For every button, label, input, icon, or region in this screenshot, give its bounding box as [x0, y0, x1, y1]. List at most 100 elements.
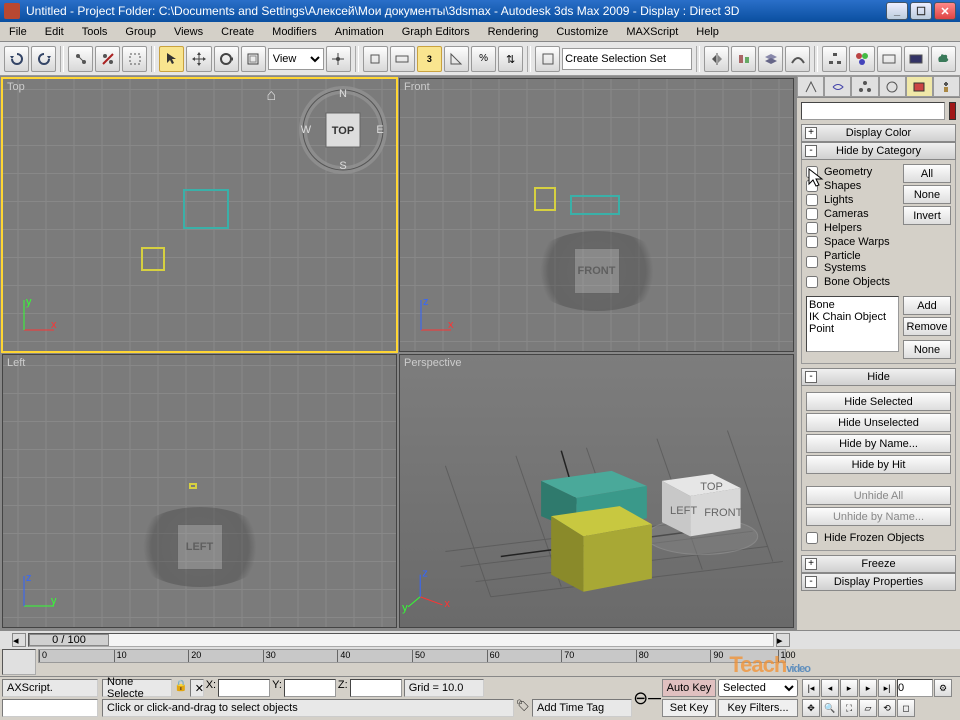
unhide-by-name-button[interactable]: Unhide by Name...	[806, 507, 951, 526]
menu-customize[interactable]: Customize	[547, 24, 617, 40]
menu-group[interactable]: Group	[116, 24, 165, 40]
render-setup-button[interactable]	[877, 46, 902, 72]
timeslider-prev[interactable]: ◂	[12, 633, 26, 647]
menu-modifiers[interactable]: Modifiers	[263, 24, 326, 40]
material-editor-button[interactable]	[849, 46, 874, 72]
rollout-hide[interactable]: -Hide	[801, 368, 956, 386]
angle-snap-button[interactable]	[444, 46, 469, 72]
tab-utilities[interactable]	[933, 76, 960, 97]
viewport-top[interactable]: Top ⌂ N S E W TOP xy	[2, 78, 397, 352]
tag-icon[interactable]: 🏷	[516, 699, 530, 717]
viewcube[interactable]: N S E W TOP	[298, 85, 388, 175]
close-button[interactable]: ✕	[934, 2, 956, 20]
chk-spacewarps[interactable]	[806, 236, 818, 248]
menu-tools[interactable]: Tools	[73, 24, 117, 40]
nav-zoom-button[interactable]: 🔍	[821, 699, 839, 717]
goto-end-button[interactable]: ▸|	[878, 679, 896, 697]
timeslider-next[interactable]: ▸	[776, 633, 790, 647]
unlink-button[interactable]	[95, 46, 120, 72]
menu-grapheditors[interactable]: Graph Editors	[393, 24, 479, 40]
chk-shapes[interactable]	[806, 180, 818, 192]
keyboard-shortcut-button[interactable]	[390, 46, 415, 72]
undo-button[interactable]	[4, 46, 29, 72]
redo-button[interactable]	[31, 46, 56, 72]
spinner-snap-button[interactable]: ⇅	[498, 46, 523, 72]
keyfilters-button[interactable]: Key Filters...	[718, 699, 798, 717]
chk-cameras[interactable]	[806, 208, 818, 220]
select-move-button[interactable]	[186, 46, 211, 72]
timeslider-track[interactable]: 0 / 100	[28, 633, 774, 647]
menu-maxscript[interactable]: MAXScript	[617, 24, 687, 40]
render-frame-button[interactable]	[904, 46, 929, 72]
tab-create[interactable]	[797, 76, 824, 97]
autokey-button[interactable]: Auto Key	[662, 679, 716, 697]
viewport-perspective[interactable]: Perspective	[399, 354, 794, 628]
invert-button[interactable]: Invert	[903, 206, 951, 225]
chk-particle[interactable]	[806, 256, 818, 268]
edit-named-sel-button[interactable]	[535, 46, 560, 72]
use-center-button[interactable]	[326, 46, 351, 72]
x-input[interactable]	[218, 679, 270, 697]
maximize-button[interactable]: ☐	[910, 2, 932, 20]
chk-helpers[interactable]	[806, 222, 818, 234]
tab-hierarchy[interactable]	[851, 76, 878, 97]
select-rotate-button[interactable]	[214, 46, 239, 72]
menu-animation[interactable]: Animation	[326, 24, 393, 40]
layer-button[interactable]	[758, 46, 783, 72]
timeslider-handle[interactable]: 0 / 100	[29, 634, 109, 646]
menu-file[interactable]: File	[0, 24, 36, 40]
menu-create[interactable]: Create	[212, 24, 263, 40]
remove-button[interactable]: Remove	[903, 317, 951, 336]
keymode-select[interactable]: Selected	[718, 679, 798, 697]
hide-selected-button[interactable]: Hide Selected	[806, 392, 951, 411]
setkey-button[interactable]: Set Key	[662, 699, 716, 717]
nav-pan-button[interactable]: ✥	[802, 699, 820, 717]
chk-bone[interactable]	[806, 276, 818, 288]
minimize-button[interactable]: _	[886, 2, 908, 20]
hide-by-name-button[interactable]: Hide by Name...	[806, 434, 951, 453]
unhide-all-button[interactable]: Unhide All	[806, 486, 951, 505]
ref-coord-select[interactable]: View	[268, 48, 324, 70]
none-button[interactable]: None	[903, 185, 951, 204]
mirror-button[interactable]	[704, 46, 729, 72]
menu-help[interactable]: Help	[687, 24, 728, 40]
select-link-button[interactable]	[68, 46, 93, 72]
quick-render-button[interactable]	[931, 46, 956, 72]
object-name-input[interactable]	[801, 102, 945, 120]
lock-icon[interactable]: 🔒	[174, 679, 188, 697]
goto-start-button[interactable]: |◂	[802, 679, 820, 697]
rollout-display-color[interactable]: +Display Color	[801, 124, 956, 142]
y-input[interactable]	[284, 679, 336, 697]
tab-display[interactable]	[906, 76, 933, 97]
transform-close[interactable]: ✕	[190, 679, 204, 697]
home-icon[interactable]: ⌂	[266, 87, 276, 105]
menu-rendering[interactable]: Rendering	[479, 24, 548, 40]
time-config-button[interactable]: ⚙	[934, 679, 952, 697]
rollout-freeze[interactable]: +Freeze	[801, 555, 956, 573]
select-object-button[interactable]	[159, 46, 184, 72]
prev-frame-button[interactable]: ◂	[821, 679, 839, 697]
trackbar-toggle[interactable]	[2, 649, 36, 675]
snap-3d-button[interactable]: 3	[417, 46, 442, 72]
add-button[interactable]: Add	[903, 296, 951, 315]
chk-hide-frozen[interactable]	[806, 532, 818, 544]
key-lock-icon[interactable]: ⊖─	[633, 688, 661, 709]
curve-editor-button[interactable]	[785, 46, 810, 72]
nav-max-button[interactable]: ◻	[897, 699, 915, 717]
manipulate-button[interactable]	[363, 46, 388, 72]
play-button[interactable]: ▸	[840, 679, 858, 697]
chk-geometry[interactable]	[806, 166, 818, 178]
hide-unselected-button[interactable]: Hide Unselected	[806, 413, 951, 432]
z-input[interactable]	[350, 679, 402, 697]
next-frame-button[interactable]: ▸	[859, 679, 877, 697]
nav-fov-button[interactable]: ▱	[859, 699, 877, 717]
nav-zoom-extents-button[interactable]: ⛶	[840, 699, 858, 717]
viewport-front[interactable]: Front FRONT xz	[399, 78, 794, 352]
menu-edit[interactable]: Edit	[36, 24, 73, 40]
align-button[interactable]	[731, 46, 756, 72]
hide-by-hit-button[interactable]: Hide by Hit	[806, 455, 951, 474]
add-time-tag[interactable]: Add Time Tag	[532, 699, 632, 717]
tab-modify[interactable]	[824, 76, 851, 97]
bind-spacewarp-button[interactable]	[122, 46, 147, 72]
menu-views[interactable]: Views	[165, 24, 212, 40]
